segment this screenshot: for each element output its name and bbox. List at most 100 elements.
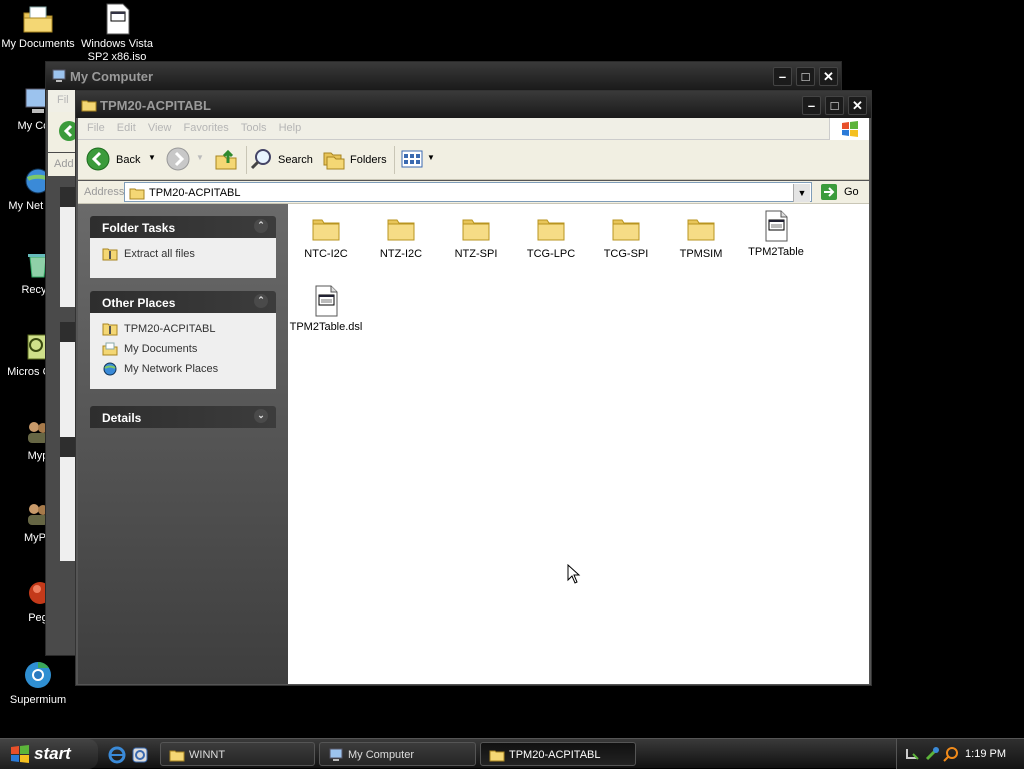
- desktop-icon-label: Supermium: [9, 694, 67, 706]
- expand-icon[interactable]: ⌄: [254, 409, 268, 423]
- menu-item-edit[interactable]: Edit: [108, 118, 136, 134]
- back-button[interactable]: Back ▼: [86, 147, 156, 173]
- folder-icon: [687, 219, 715, 241]
- go-button[interactable]: Go: [820, 183, 860, 201]
- toolbar: Back ▼ ▼ Search Folders ▼: [78, 140, 869, 180]
- task-winnt[interactable]: WINNT: [160, 742, 315, 766]
- my-documents-icon: [23, 6, 53, 33]
- clock[interactable]: 1:19 PM: [965, 748, 1006, 760]
- close-button[interactable]: ✕: [819, 67, 838, 86]
- folder-icon: [129, 188, 145, 200]
- other-places-panel: Other Places ⌃ TPM20-ACPITABL My Documen…: [90, 291, 276, 389]
- minimize-button[interactable]: –: [773, 67, 792, 86]
- desktop-icon-vista-iso[interactable]: Windows Vista SP2 x86.iso: [79, 3, 155, 61]
- folder-icon: [387, 219, 415, 241]
- folders-button[interactable]: Folders: [322, 147, 388, 173]
- chevron-down-icon[interactable]: ▼: [427, 153, 435, 162]
- folder-icon: [537, 219, 565, 241]
- window-title: TPM20-ACPITABL: [100, 98, 211, 113]
- menu-item-help[interactable]: Help: [270, 118, 302, 134]
- file-item[interactable]: TPM2Table.dsl: [288, 285, 364, 333]
- file-item[interactable]: TPM2Table: [738, 210, 814, 258]
- panel-header: [60, 322, 76, 342]
- folder-tasks-header[interactable]: Folder Tasks ⌃: [90, 216, 276, 238]
- minimize-button[interactable]: –: [802, 96, 821, 115]
- folder-item[interactable]: TCG-LPC: [513, 212, 589, 260]
- task-pane: Folder Tasks ⌃ Extract all files Other P…: [78, 204, 288, 684]
- maximize-button[interactable]: □: [796, 67, 815, 86]
- close-button[interactable]: ✕: [848, 96, 867, 115]
- up-folder-icon: [215, 149, 237, 170]
- folder-item[interactable]: NTC-I2C: [288, 212, 364, 260]
- address-bar: Add: [48, 153, 76, 176]
- views-button[interactable]: ▼: [400, 147, 436, 173]
- window-title: My Computer: [70, 69, 154, 84]
- place-tpm20-acpitabl[interactable]: TPM20-ACPITABL: [90, 319, 276, 339]
- desktop-icon-label: My Documents: [1, 38, 75, 50]
- file-name: TCG-SPI: [603, 248, 649, 260]
- menu-item-favorites[interactable]: Favorites: [175, 118, 229, 134]
- file-name: TCG-LPC: [526, 248, 576, 260]
- task-my-computer[interactable]: My Computer: [319, 742, 476, 766]
- forward-button[interactable]: ▼: [166, 147, 206, 173]
- chevron-down-icon[interactable]: ▼: [148, 153, 156, 162]
- title-bar[interactable]: My Computer – □ ✕: [46, 62, 841, 90]
- other-places-header[interactable]: Other Places ⌃: [90, 291, 276, 313]
- menu-bar: Fil: [48, 90, 76, 112]
- desktop: My Documents Windows Vista SP2 x86.iso M…: [0, 0, 1024, 738]
- menu-item-view[interactable]: View: [139, 118, 172, 134]
- title-bar[interactable]: TPM20-ACPITABL – □ ✕: [76, 91, 871, 118]
- folder-item[interactable]: NTZ-SPI: [438, 212, 514, 260]
- panel-title: Other Places: [102, 296, 176, 310]
- windows-flag-icon: [11, 745, 29, 763]
- maximize-button[interactable]: □: [825, 96, 844, 115]
- file-name: NTZ-SPI: [454, 248, 498, 260]
- collapse-icon[interactable]: ⌃: [254, 219, 268, 233]
- file-name: NTZ-I2C: [379, 248, 423, 260]
- menu-item-tools[interactable]: Tools: [232, 118, 267, 134]
- folder-item[interactable]: NTZ-I2C: [363, 212, 439, 260]
- search-button[interactable]: Search: [250, 147, 316, 173]
- folder-icon: [81, 100, 97, 112]
- system-tray: 1:19 PM: [896, 739, 1024, 769]
- safely-remove-icon[interactable]: [924, 746, 940, 762]
- toolbar-separator: [246, 146, 247, 174]
- address-label: Address: [84, 186, 125, 198]
- panel-header: [60, 187, 76, 207]
- network-tray-icon[interactable]: [905, 746, 921, 762]
- panel-body: [60, 342, 76, 437]
- desktop-icon-my-documents[interactable]: My Documents: [0, 3, 76, 51]
- details-panel: Details ⌄: [90, 406, 276, 428]
- toolbar-separator: [394, 146, 395, 174]
- start-button[interactable]: start: [0, 739, 98, 769]
- address-input[interactable]: TPM20-ACPITABL ▼: [124, 182, 812, 202]
- details-header[interactable]: Details ⌄: [90, 406, 276, 428]
- search-tray-icon[interactable]: [943, 746, 959, 762]
- task-extract-all[interactable]: Extract all files: [90, 244, 276, 264]
- address-dropdown-button[interactable]: ▼: [793, 184, 810, 202]
- windows-logo: [829, 118, 869, 140]
- file-list[interactable]: NTC-I2C NTZ-I2C NTZ-SPI TCG-LPC TCG-SPI …: [288, 204, 869, 684]
- menu-item-file[interactable]: Fil: [57, 94, 69, 106]
- quick-launch-icon[interactable]: [131, 746, 149, 764]
- task-tpm20-acpitabl[interactable]: TPM20-ACPITABL: [480, 742, 636, 766]
- panel-body: [60, 457, 76, 561]
- place-my-documents[interactable]: My Documents: [90, 339, 276, 359]
- desktop-icon-supermium[interactable]: Supermium: [0, 659, 76, 707]
- up-folder-button[interactable]: [214, 147, 240, 173]
- folders-icon: [323, 152, 345, 170]
- folders-label: Folders: [350, 154, 387, 166]
- start-label: start: [34, 744, 71, 763]
- zip-folder-icon: [102, 248, 118, 261]
- menu-item-file[interactable]: File: [78, 118, 105, 134]
- internet-explorer-icon[interactable]: [108, 746, 126, 764]
- folder-item[interactable]: TCG-SPI: [588, 212, 664, 260]
- explorer-window[interactable]: TPM20-ACPITABL – □ ✕ File Edit View Favo…: [75, 90, 872, 686]
- folder-item[interactable]: TPMSIM: [663, 212, 739, 260]
- zip-folder-icon: [102, 323, 118, 336]
- place-label: My Network Places: [124, 363, 219, 375]
- other-places-body: TPM20-ACPITABL My Documents My Network P…: [90, 313, 276, 389]
- chevron-down-icon[interactable]: ▼: [196, 153, 204, 162]
- collapse-icon[interactable]: ⌃: [254, 294, 268, 308]
- place-my-network-places[interactable]: My Network Places: [90, 359, 276, 379]
